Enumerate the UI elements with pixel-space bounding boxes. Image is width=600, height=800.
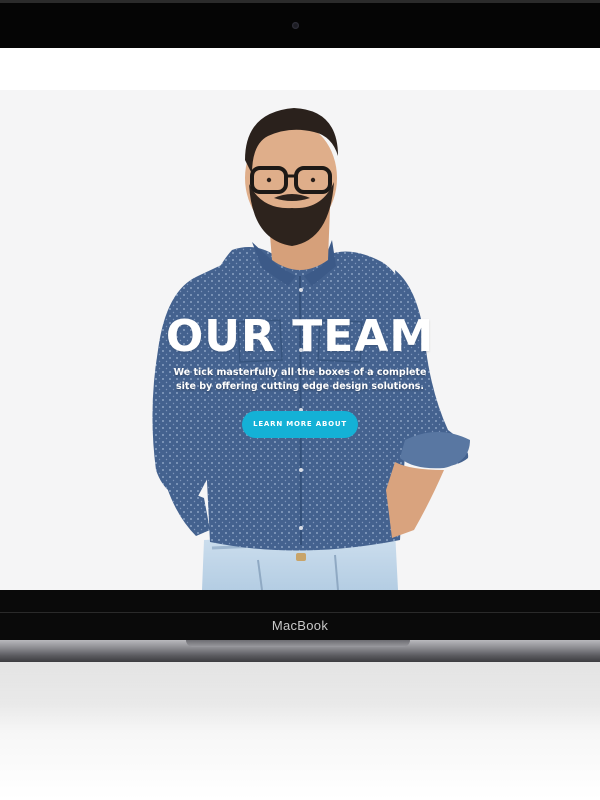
- hero-section: OUR TEAM We tick masterfully all the box…: [0, 90, 600, 590]
- device-label: MacBook: [271, 618, 329, 633]
- learn-more-button[interactable]: LEARN MORE ABOUT: [242, 411, 358, 438]
- laptop-screen: OUR TEAM We tick masterfully all the box…: [0, 48, 600, 590]
- laptop-mockup: OUR TEAM We tick masterfully all the box…: [0, 0, 600, 800]
- laptop-hinge-notch: [186, 640, 410, 647]
- hero-title: OUR TEAM: [165, 311, 435, 362]
- hero-content: OUR TEAM We tick masterfully all the box…: [0, 312, 600, 438]
- laptop-base: [0, 640, 600, 662]
- webcam-icon: [292, 22, 299, 29]
- bezel-divider: [0, 612, 600, 613]
- site-header: [0, 48, 600, 90]
- hero-subtitle: We tick masterfully all the boxes of a c…: [173, 367, 427, 392]
- laptop-shadow: [0, 662, 600, 732]
- laptop-bottom-bezel: MacBook: [0, 590, 600, 640]
- laptop-top-bezel: [0, 0, 600, 48]
